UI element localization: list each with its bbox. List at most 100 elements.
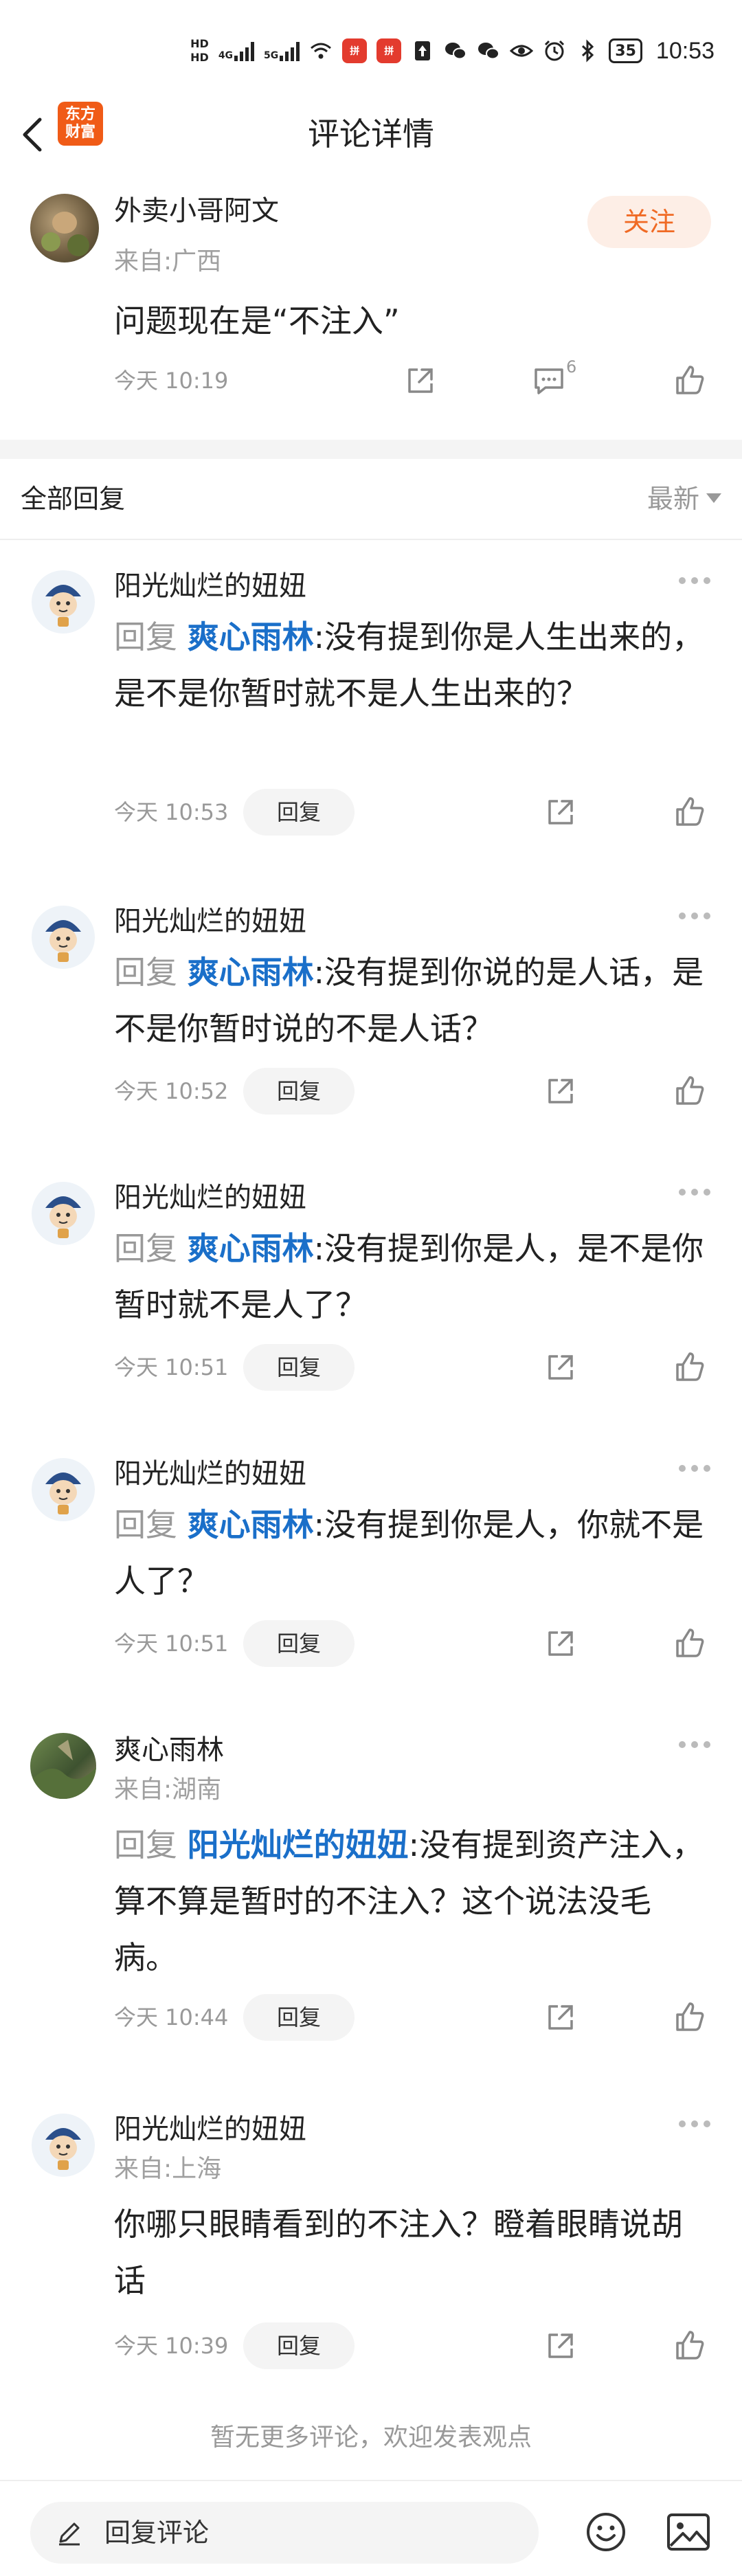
mention-link[interactable]: 爽心雨林: [188, 954, 314, 991]
avatar[interactable]: [30, 2112, 96, 2178]
timestamp: 今天 10:51: [114, 1631, 229, 1657]
more-options-icon[interactable]: [679, 1189, 710, 1198]
app-notification-icon: 拼: [376, 38, 402, 63]
like-icon[interactable]: [672, 1073, 708, 1109]
page-title: 评论详情: [308, 115, 434, 153]
location-text: 来自:上海: [114, 2155, 222, 2183]
section-title: 全部回复: [21, 484, 126, 514]
timestamp: 今天 10:39: [114, 2333, 229, 2359]
section-divider: [0, 440, 742, 459]
end-of-list-note: 暂无更多评论，欢迎发表观点: [210, 2423, 532, 2452]
wifi-icon: [311, 43, 332, 59]
reply-button[interactable]: 回复: [243, 2322, 355, 2369]
share-icon[interactable]: [543, 1626, 578, 1661]
reply-text: 回复 阳光灿烂的妞妞:没有提到资产注入，算不算是暂时的不注入？这个说法没毛病。: [114, 1826, 704, 1976]
like-icon[interactable]: [672, 2328, 708, 2364]
timestamp: 今天 10:44: [114, 2004, 229, 2030]
more-options-icon[interactable]: [679, 2120, 710, 2130]
comment-text: 问题现在是“不注入”: [114, 302, 400, 339]
battery-icon: 35: [609, 38, 642, 63]
reply-item: 阳光灿烂的妞妞 回复 爽心雨林:没有提到你说的是人话，是不是你暂时说的不是人话？…: [0, 877, 742, 1115]
location-text: 来自:广西: [114, 247, 222, 276]
reply-text: 回复 爽心雨林:没有提到你是人，是不是你暂时就不是人了？: [114, 1230, 704, 1323]
like-icon[interactable]: [672, 363, 708, 399]
username[interactable]: 阳光灿烂的妞妞: [114, 903, 306, 940]
username[interactable]: 阳光灿烂的妞妞: [114, 1455, 306, 1492]
wechat-icon: [478, 43, 500, 60]
timestamp: 今天 10:53: [114, 799, 229, 825]
reply-item: 阳光灿烂的妞妞 来自:上海 你哪只眼睛看到的不注入？瞪着眼睛说胡话 今天 10:…: [0, 2085, 742, 2373]
mention-link[interactable]: 爽心雨林: [188, 1230, 314, 1267]
like-icon[interactable]: [672, 2000, 708, 2035]
emoji-icon[interactable]: [585, 2511, 627, 2553]
status-bar: HD HD 4G 5G 拼 拼 35 10:53: [0, 0, 742, 96]
signal-4g-icon: 4G: [218, 41, 255, 61]
reply-item: 爽心雨林 来自:湖南 回复 阳光灿烂的妞妞:没有提到资产注入，算不算是暂时的不注…: [0, 1705, 742, 2041]
mention-link[interactable]: 爽心雨林: [188, 1506, 314, 1543]
signal-5g-icon: 5G: [264, 41, 300, 61]
avatar[interactable]: [30, 904, 96, 970]
follow-button[interactable]: 关注: [587, 196, 711, 248]
hd-indicator: HD HD: [190, 37, 209, 64]
bottom-bar: 回复评论: [0, 2480, 742, 2576]
comment-icon[interactable]: [532, 363, 567, 399]
reply-text: 你哪只眼睛看到的不注入？瞪着眼睛说胡话: [114, 2206, 683, 2299]
location-text: 来自:湖南: [114, 1776, 222, 1804]
upload-icon: [415, 41, 431, 60]
reply-text: 回复 爽心雨林:没有提到你是人，你就不是人了？: [114, 1506, 704, 1600]
like-icon[interactable]: [672, 1626, 708, 1661]
reply-button[interactable]: 回复: [243, 1620, 355, 1667]
username[interactable]: 阳光灿烂的妞妞: [114, 1179, 306, 1216]
timestamp: 今天 10:19: [114, 368, 229, 394]
replies-header: 全部回复 最新: [0, 459, 742, 540]
share-icon[interactable]: [543, 2328, 578, 2364]
username[interactable]: 爽心雨林: [114, 1732, 224, 1769]
mention-link[interactable]: 阳光灿烂的妞妞: [188, 1826, 409, 1863]
username[interactable]: 阳光灿烂的妞妞: [114, 2111, 306, 2148]
share-icon[interactable]: [543, 2000, 578, 2035]
eye-icon: [510, 45, 534, 57]
avatar[interactable]: [30, 194, 99, 262]
avatar[interactable]: [30, 1733, 96, 1799]
avatar[interactable]: [30, 1457, 96, 1523]
more-options-icon[interactable]: [679, 1741, 710, 1751]
reply-button[interactable]: 回复: [243, 1344, 355, 1391]
reply-text: 回复 爽心雨林:没有提到你说的是人话，是不是你暂时说的不是人话？: [114, 954, 704, 1047]
reply-item: 阳光灿烂的妞妞 回复 爽心雨林:没有提到你是人，你就不是人了？ 今天 10:51…: [0, 1429, 742, 1667]
reply-item: 阳光灿烂的妞妞 回复 爽心雨林:没有提到你是人，是不是你暂时就不是人了？ 今天 …: [0, 1153, 742, 1391]
reply-button[interactable]: 回复: [243, 1994, 355, 2041]
pencil-icon: [59, 2522, 80, 2546]
app-logo: 东方 财富: [58, 102, 103, 146]
mention-link[interactable]: 爽心雨林: [188, 618, 314, 656]
timestamp: 今天 10:51: [114, 1354, 229, 1380]
wechat-icon: [445, 43, 467, 60]
app-notification-icon: 拼: [342, 38, 368, 63]
back-arrow-icon[interactable]: [15, 114, 49, 155]
more-options-icon[interactable]: [679, 912, 710, 922]
more-options-icon[interactable]: [679, 577, 710, 587]
main-comment: 外卖小哥阿文 来自:广西 关注 问题现在是“不注入” 今天 10:19 6: [0, 172, 742, 429]
image-icon[interactable]: [666, 2513, 710, 2551]
reply-button[interactable]: 回复: [243, 1068, 355, 1115]
sort-dropdown[interactable]: 最新: [647, 480, 699, 518]
avatar[interactable]: [30, 569, 96, 635]
caret-down-icon[interactable]: [706, 493, 721, 503]
reply-count: 6: [566, 357, 577, 377]
share-icon[interactable]: [403, 363, 438, 399]
username[interactable]: 外卖小哥阿文: [114, 192, 279, 229]
share-icon[interactable]: [543, 1349, 578, 1385]
like-icon[interactable]: [672, 794, 708, 830]
avatar[interactable]: [30, 1180, 96, 1246]
more-options-icon[interactable]: [679, 1465, 710, 1475]
reply-input-placeholder: 回复评论: [104, 2518, 210, 2548]
like-icon[interactable]: [672, 1349, 708, 1385]
username[interactable]: 阳光灿烂的妞妞: [114, 568, 306, 605]
reply-input[interactable]: 回复评论: [30, 2502, 539, 2564]
share-icon[interactable]: [543, 794, 578, 830]
share-icon[interactable]: [543, 1073, 578, 1109]
alarm-icon: [545, 40, 565, 61]
nav-bar: 评论详情 东方 财富: [0, 96, 742, 172]
reply-button[interactable]: 回复: [243, 789, 355, 836]
timestamp: 今天 10:52: [114, 1078, 229, 1104]
bluetooth-icon: [582, 39, 594, 63]
